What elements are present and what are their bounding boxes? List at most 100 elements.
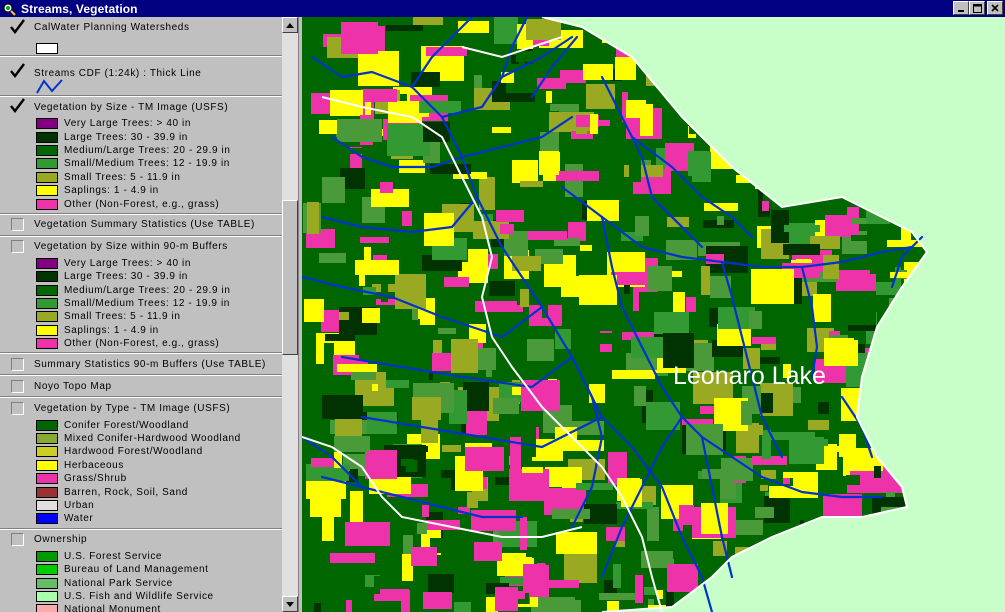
theme-header[interactable]: Vegetation Summary Statistics (Use TABLE… <box>0 215 282 235</box>
legend-item: Other (Non-Forest, e.g., grass) <box>0 337 282 350</box>
scroll-up-button[interactable] <box>282 17 298 33</box>
theme-checkbox[interactable] <box>11 379 24 393</box>
toc-scrollbar[interactable] <box>282 17 298 612</box>
theme-name: Ownership <box>34 534 88 546</box>
legend-label: Large Trees: 30 - 39.9 in <box>64 131 188 143</box>
checkmark-icon <box>10 63 25 78</box>
legend-item: National Park Service <box>0 576 282 589</box>
theme-header[interactable]: Vegetation by Size within 90-m Buffers <box>0 237 282 257</box>
legend-item: Small Trees: 5 - 11.9 in <box>0 171 282 184</box>
legend-label: Water <box>64 513 94 525</box>
legend-swatch <box>36 577 58 589</box>
theme-name: Summary Statistics 90-m Buffers (Use TAB… <box>34 358 266 370</box>
toc-theme[interactable]: Noyo Topo Map <box>0 376 282 396</box>
legend-swatch <box>36 604 58 612</box>
legend-label: Large Trees: 30 - 39.9 in <box>64 271 188 283</box>
watershed-outline-swatch <box>36 42 58 54</box>
maximize-button[interactable] <box>969 1 985 15</box>
map-view[interactable]: Leonaro Lake <box>302 17 1005 612</box>
toc-theme[interactable]: Vegetation Summary Statistics (Use TABLE… <box>0 215 282 235</box>
legend-item: Medium/Large Trees: 20 - 29.9 in <box>0 144 282 157</box>
legend-item: Medium/Large Trees: 20 - 29.9 in <box>0 284 282 297</box>
toc-theme[interactable]: Streams CDF (1:24k) : Thick Line <box>0 57 282 95</box>
legend-label: Small Trees: 5 - 11.9 in <box>64 311 181 323</box>
legend-swatch <box>36 198 58 210</box>
legend-item: Herbaceous <box>0 459 282 472</box>
checkmark-icon <box>10 19 25 34</box>
legend-swatch <box>36 271 58 283</box>
legend-swatch <box>36 513 58 525</box>
legend-swatch <box>36 473 58 485</box>
theme-checkbox[interactable] <box>11 401 24 415</box>
legend-item: U.S. Forest Service <box>0 550 282 563</box>
legend-label: Medium/Large Trees: 20 - 29.9 in <box>64 284 231 296</box>
legend-swatch <box>36 324 58 336</box>
legend-label: Mixed Conifer-Hardwood Woodland <box>64 433 241 445</box>
legend-label: Bureau of Land Management <box>64 564 209 576</box>
legend-label: National Monument <box>64 604 161 612</box>
theme-checkbox[interactable] <box>11 533 24 547</box>
checkmark-icon <box>10 97 25 113</box>
theme-header[interactable]: Vegetation by Size - TM Image (USFS) <box>0 97 282 117</box>
theme-header[interactable]: Noyo Topo Map <box>0 376 282 396</box>
legend-item: Large Trees: 30 - 39.9 in <box>0 270 282 283</box>
legend-swatch <box>36 118 58 130</box>
legend-item: Barren, Rock, Soil, Sand <box>0 485 282 498</box>
legend-item: National Monument <box>0 603 282 612</box>
close-button[interactable] <box>987 1 1003 15</box>
legend-label: Very Large Trees: > 40 in <box>64 118 192 130</box>
legend-swatch <box>36 144 58 156</box>
theme-header[interactable]: Summary Statistics 90-m Buffers (Use TAB… <box>0 354 282 374</box>
legend-swatch <box>36 284 58 296</box>
minimize-icon <box>958 10 964 12</box>
legend-label: Medium/Large Trees: 20 - 29.9 in <box>64 144 231 156</box>
legend-item: Other (Non-Forest, e.g., grass) <box>0 197 282 210</box>
toc-theme[interactable]: Vegetation by Size - TM Image (USFS) Very… <box>0 97 282 213</box>
legend-swatch <box>36 419 58 431</box>
theme-header[interactable]: Vegetation by Type - TM Image (USFS) <box>0 398 282 418</box>
legend-label: Conifer Forest/Woodland <box>64 419 189 431</box>
app-globe-icon[interactable] <box>1 1 17 17</box>
table-of-contents: CalWater Planning Watersheds Streams CDF … <box>0 17 299 612</box>
scroll-thumb[interactable] <box>282 200 298 355</box>
toc-theme[interactable]: Summary Statistics 90-m Buffers (Use TAB… <box>0 354 282 374</box>
legend-label: Very Large Trees: > 40 in <box>64 257 192 269</box>
toc-theme[interactable]: Ownership U.S. Forest Service Bureau of La… <box>0 530 282 612</box>
legend-label: Barren, Rock, Soil, Sand <box>64 486 188 498</box>
legend-swatch <box>36 446 58 458</box>
theme-header[interactable]: CalWater Planning Watersheds <box>0 17 282 41</box>
minimize-button[interactable] <box>953 1 969 15</box>
theme-checkbox[interactable] <box>11 357 24 371</box>
theme-checkbox-checked[interactable] <box>10 97 25 114</box>
theme-name: Vegetation by Type - TM Image (USFS) <box>34 402 231 414</box>
theme-checkbox[interactable] <box>11 218 24 232</box>
scroll-down-button[interactable] <box>282 596 298 612</box>
scroll-up-arrow-icon <box>286 22 294 28</box>
legend-label: Other (Non-Forest, e.g., grass) <box>64 338 220 350</box>
legend-item: Saplings: 1 - 4.9 in <box>0 184 282 197</box>
legend-item: Very Large Trees: > 40 in <box>0 257 282 270</box>
stream-line-icon <box>36 79 63 94</box>
legend-label: Grass/Shrub <box>64 473 127 485</box>
legend-item: Small/Medium Trees: 12 - 19.9 in <box>0 297 282 310</box>
toc-theme[interactable]: Vegetation by Type - TM Image (USFS) Coni… <box>0 398 282 527</box>
legend-swatch <box>36 185 58 197</box>
legend-label: Urban <box>64 500 95 511</box>
theme-list: CalWater Planning Watersheds Streams CDF … <box>0 17 282 612</box>
theme-checkbox-checked[interactable] <box>10 63 25 79</box>
toc-theme[interactable]: CalWater Planning Watersheds <box>0 17 282 55</box>
legend-label: Herbaceous <box>64 459 124 471</box>
legend-symbol-row <box>0 41 282 55</box>
theme-header[interactable]: Ownership <box>0 530 282 550</box>
theme-checkbox[interactable] <box>11 240 24 254</box>
theme-name: Vegetation by Size within 90-m Buffers <box>34 241 228 253</box>
legend-label: Saplings: 1 - 4.9 in <box>64 185 159 197</box>
scroll-down-arrow-icon <box>286 601 294 607</box>
legend-item: Small Trees: 5 - 11.9 in <box>0 310 282 323</box>
legend-label: U.S. Fish and Wildlife Service <box>64 590 214 602</box>
legend-symbol-row <box>0 79 282 95</box>
toc-theme[interactable]: Vegetation by Size within 90-m Buffers Ve… <box>0 237 282 353</box>
legend-swatch <box>36 338 58 350</box>
theme-header[interactable]: Streams CDF (1:24k) : Thick Line <box>0 57 282 79</box>
theme-checkbox-checked[interactable] <box>10 19 25 35</box>
